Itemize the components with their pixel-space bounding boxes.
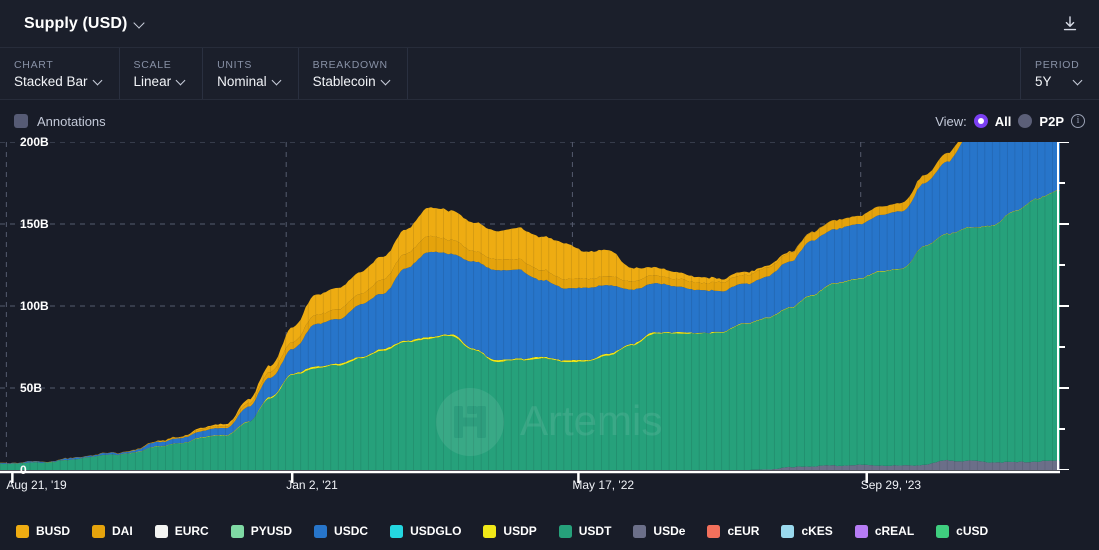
legend-item-cusd[interactable]: cUSD [936, 524, 988, 538]
legend-swatch [390, 524, 404, 538]
legend-item-usdt[interactable]: USDT [558, 524, 612, 538]
chevron-down-icon[interactable] [273, 76, 284, 87]
control-scale-text: Linear [133, 73, 172, 89]
annotations-checkbox[interactable] [14, 114, 28, 128]
download-icon [1063, 15, 1077, 30]
legend-label: USDP [503, 524, 537, 538]
control-scale[interactable]: SCALE Linear [120, 48, 204, 99]
y-axis-tick-label: 200B [20, 135, 49, 149]
legend-item-dai[interactable]: DAI [92, 524, 133, 538]
control-chart-type-label: CHART [14, 58, 54, 71]
control-period-text: 5Y [1035, 73, 1052, 89]
page-title: Supply (USD) [24, 14, 128, 32]
legend-swatch [483, 524, 497, 538]
control-breakdown-value: Stablecoin [313, 74, 393, 89]
x-axis-tick-label: Aug 21, '19 [6, 478, 67, 492]
legend-item-usde[interactable]: USDe [633, 524, 685, 538]
view-option-all-label: All [994, 113, 1012, 129]
legend-swatch [16, 524, 29, 538]
legend-item-creal[interactable]: cREAL [854, 524, 915, 538]
control-chart-type[interactable]: CHART Stacked Bar [0, 48, 120, 99]
view-label: View: [935, 113, 967, 129]
view-radio-all[interactable] [973, 114, 988, 128]
legend-item-pyusd[interactable]: PYUSD [230, 524, 293, 538]
legend-item-usdp[interactable]: USDP [483, 524, 537, 538]
legend-swatch [314, 524, 328, 538]
download-button[interactable] [1057, 11, 1083, 37]
chart-title-selector[interactable]: Supply (USD) [24, 15, 146, 33]
legend-label: USDe [653, 524, 686, 538]
options-row: Annotations View: All P2P i [0, 100, 1099, 142]
legend-label: BUSD [36, 524, 71, 538]
control-units-text: Nominal [217, 73, 267, 89]
control-breakdown-text: Stablecoin [312, 73, 376, 89]
x-axis-tick-label: May 17, '22 [572, 478, 635, 492]
control-period-label: PERIOD [1035, 58, 1080, 71]
annotations-toggle[interactable]: Annotations [14, 114, 106, 129]
x-axis: Aug 21, '19 Jan 2, '21 May 17, '22 Sep 29, … [0, 470, 1099, 504]
legend-label: cREAL [874, 524, 915, 538]
chevron-down-icon[interactable] [94, 76, 105, 87]
x-axis-ticks [0, 470, 1060, 483]
legend-item-usdglo[interactable]: USDGLO [390, 524, 461, 538]
view-selector: View: All P2P i [935, 114, 1085, 129]
view-radio-p2p[interactable] [1018, 114, 1033, 128]
chevron-down-icon[interactable] [135, 18, 146, 29]
control-period-value: 5Y [1035, 74, 1085, 89]
legend-label: cUSD [956, 524, 989, 538]
stacked-area-chart[interactable] [0, 142, 1060, 470]
legend-item-ckes[interactable]: cKES [781, 524, 833, 538]
y-axis-tick-label: 150B [20, 217, 49, 231]
chart-legend: BUSD DAI EURC PYUSD USDC USDGLO USDP USDT USDe cE… [0, 512, 1099, 550]
control-breakdown-label: BREAKDOWN [312, 58, 388, 71]
legend-swatch [633, 524, 647, 538]
control-scale-value: Linear [134, 74, 189, 89]
legend-swatch [936, 524, 950, 538]
legend-label: PYUSD [250, 524, 293, 538]
legend-item-usdc[interactable]: USDC [314, 524, 368, 538]
control-units-value: Nominal [217, 74, 284, 89]
legend-label: USDT [578, 524, 612, 538]
legend-swatch [707, 524, 721, 538]
chevron-down-icon[interactable] [382, 76, 393, 87]
control-chart-type-text: Stacked Bar [14, 73, 88, 89]
info-icon[interactable]: i [1071, 114, 1085, 128]
control-breakdown[interactable]: BREAKDOWN Stablecoin [299, 48, 408, 99]
control-spacer [408, 48, 1021, 99]
annotations-label: Annotations [37, 113, 106, 129]
legend-item-eurc[interactable]: EURC [154, 524, 209, 538]
legend-swatch [781, 524, 795, 538]
control-chart-type-value: Stacked Bar [14, 74, 105, 89]
legend-swatch [154, 524, 168, 538]
control-units[interactable]: UNITS Nominal [203, 48, 299, 99]
legend-item-busd[interactable]: BUSD [16, 524, 70, 538]
control-units-label: UNITS [217, 58, 253, 71]
x-axis-tick-label: Jan 2, '21 [286, 478, 338, 492]
legend-item-ceur[interactable]: cEUR [707, 524, 759, 538]
legend-swatch [230, 524, 244, 538]
legend-swatch [558, 524, 572, 538]
title-bar: Supply (USD) [0, 0, 1099, 48]
y-axis-tick-label: 50B [20, 381, 43, 395]
chevron-down-icon[interactable] [1074, 76, 1085, 87]
legend-swatch [854, 524, 868, 538]
view-option-p2p-label: P2P [1039, 113, 1064, 129]
chart-page: Supply (USD) CHART Stacked Bar SCALE Lin… [0, 0, 1099, 550]
legend-label: USDC [334, 524, 369, 538]
legend-label: USDGLO [410, 524, 462, 538]
legend-swatch [92, 524, 106, 538]
legend-label: cKES [801, 524, 833, 538]
control-period[interactable]: PERIOD 5Y [1021, 48, 1099, 99]
control-scale-label: SCALE [133, 58, 172, 71]
y-axis [1057, 142, 1069, 470]
chart-container: Artemis 050B100B150B200B [0, 135, 1099, 477]
y-axis-tick-label: 100B [20, 299, 49, 313]
x-axis-tick-label: Sep 29, '23 [860, 478, 922, 492]
legend-label: cEUR [727, 524, 760, 538]
chevron-down-icon[interactable] [177, 76, 188, 87]
legend-label: DAI [112, 524, 133, 538]
legend-label: EURC [174, 524, 209, 538]
control-bar: CHART Stacked Bar SCALE Linear UNITS Nom… [0, 48, 1099, 100]
